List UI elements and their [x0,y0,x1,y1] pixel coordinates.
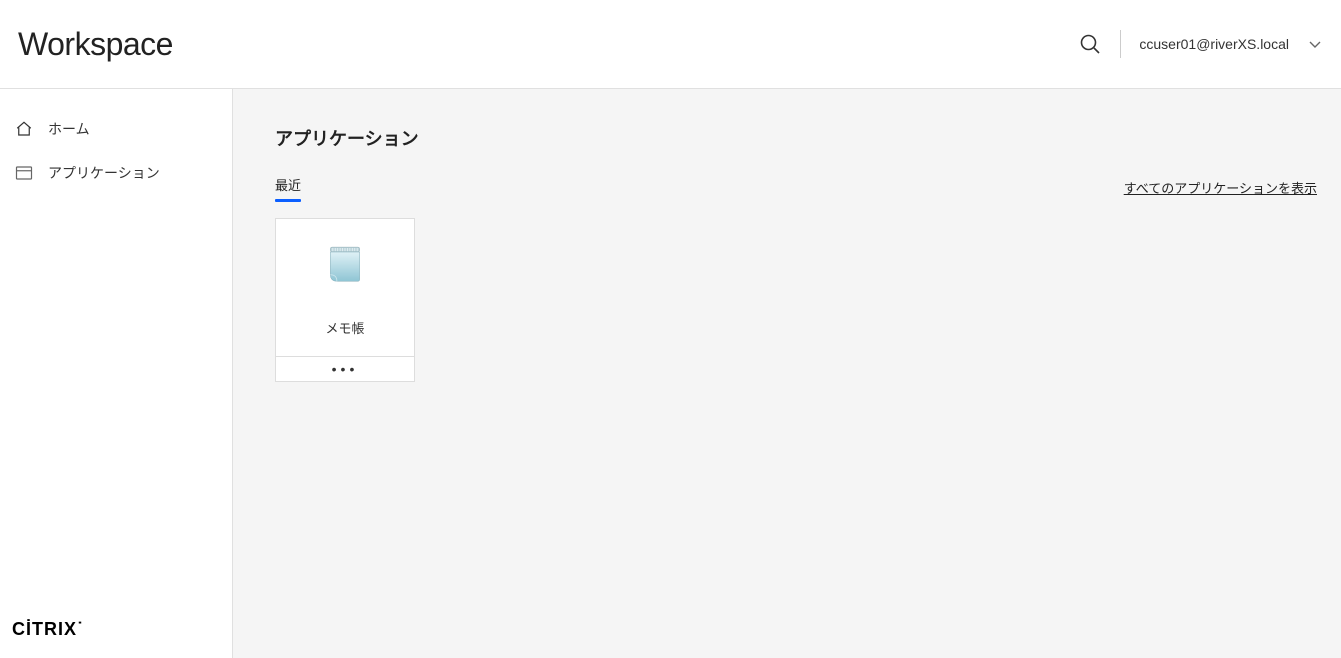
sidebar-item-applications[interactable]: アプリケーション [0,151,232,195]
section-row: 最近 すべてのアプリケーションを表示 [275,175,1317,200]
citrix-logo: CİTRIX˙ [12,619,84,640]
sidebar: ホーム アプリケーション CİTRIX˙ [0,89,233,658]
window-icon [14,165,34,181]
chevron-down-icon[interactable] [1307,36,1323,52]
more-icon: ••• [332,362,359,376]
notepad-icon [319,239,371,296]
app-tile: メモ帳 ••• [275,218,415,382]
body: ホーム アプリケーション CİTRIX˙ アプリケーション 最近 すべてのアプリ… [0,89,1341,658]
sidebar-item-home[interactable]: ホーム [0,107,232,151]
home-icon [14,120,34,138]
sidebar-item-label: アプリケーション [48,163,160,183]
divider [1120,30,1121,58]
tab-recent[interactable]: 最近 [275,175,301,200]
search-icon[interactable] [1078,32,1102,56]
main: アプリケーション 最近 すべてのアプリケーションを表示 [233,89,1341,658]
app-more-button[interactable]: ••• [276,357,414,381]
app-launch[interactable]: メモ帳 [276,219,414,357]
header: Workspace ccuser01@riverXS.local [0,0,1341,89]
user-label[interactable]: ccuser01@riverXS.local [1139,36,1289,52]
sidebar-item-label: ホーム [48,119,90,139]
app-label: メモ帳 [325,318,364,337]
brand-title: Workspace [18,26,173,63]
section-title: アプリケーション [275,125,1317,151]
view-all-link[interactable]: すべてのアプリケーションを表示 [1124,178,1317,197]
header-right: ccuser01@riverXS.local [1078,30,1323,58]
